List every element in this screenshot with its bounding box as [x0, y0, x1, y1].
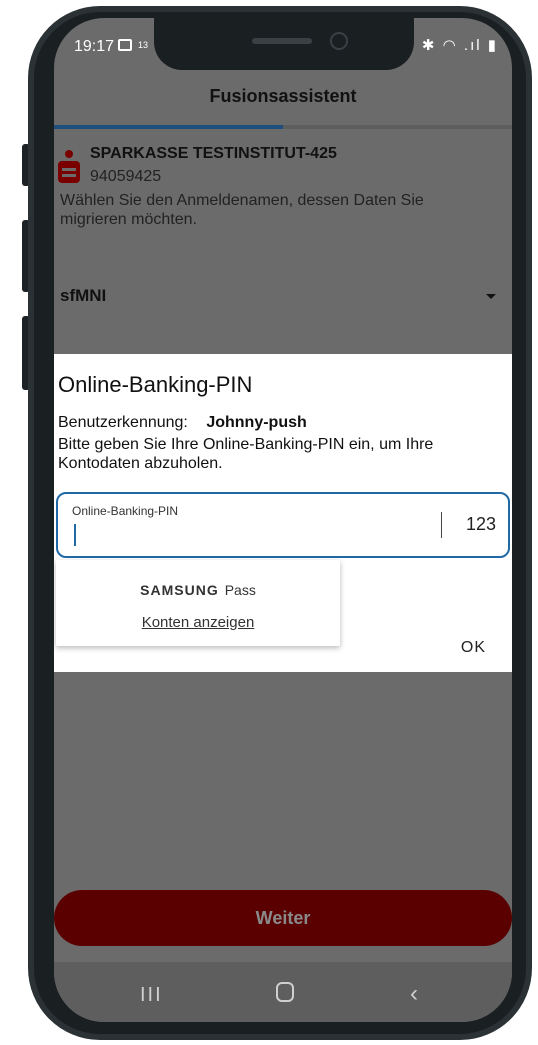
pin-dialog: Online-Banking-PIN Benutzerkennung: John…	[54, 354, 512, 672]
camera-icon	[330, 32, 348, 50]
instruction-text: Wählen Sie den Anmeldenamen, dessen Date…	[60, 192, 424, 228]
pass-brand: Pass	[224, 582, 256, 598]
home-icon[interactable]	[276, 982, 294, 1002]
keyboard-mode-hint[interactable]: 123	[466, 514, 496, 535]
page-title: Fusionsassistent	[209, 86, 357, 106]
next-button[interactable]: Weiter	[54, 890, 512, 946]
progress-fill	[54, 125, 283, 129]
gallery-icon	[118, 39, 132, 51]
navigation-bar: III ‹	[54, 962, 512, 1022]
screen: 19:17 13 ✱ ◠ .ıl ▮ Fusionsassistent SPAR…	[54, 18, 512, 1022]
samsung-brand: SAMSUNG	[140, 582, 219, 598]
status-icons: ✱ ◠ .ıl ▮	[421, 37, 498, 54]
back-icon[interactable]: ‹	[410, 980, 418, 1008]
dialog-message: Bitte geben Sie Ihre Online-Banking-PIN …	[58, 436, 434, 472]
show-accounts-link[interactable]: Konten anzeigen	[56, 614, 340, 631]
dropdown-arrow-icon	[486, 294, 496, 299]
recent-apps-icon[interactable]: III	[140, 984, 163, 1007]
login-name-select[interactable]: sfMNI	[60, 286, 496, 316]
login-name-value: sfMNI	[60, 286, 107, 305]
user-id-value: Johnny-push	[206, 414, 307, 431]
samsung-pass-popup: SAMSUNG Pass Konten anzeigen	[56, 560, 340, 646]
ok-button[interactable]: OK	[461, 639, 486, 657]
sparkasse-logo-icon	[58, 150, 80, 184]
progress-bar	[54, 125, 512, 129]
pin-input[interactable]	[82, 522, 412, 548]
pin-field[interactable]: Online-Banking-PIN 123	[56, 492, 510, 558]
status-time: 19:17	[74, 38, 115, 55]
user-id-label: Benutzerkennung:	[58, 414, 188, 431]
user-id-line: Benutzerkennung: Johnny-push	[58, 414, 307, 432]
pin-field-divider	[441, 512, 442, 538]
bank-code: 94059425	[90, 168, 162, 185]
camera-notch	[154, 18, 414, 70]
text-cursor	[74, 524, 76, 546]
status-bar: 19:17 13 ✱ ◠ .ıl ▮	[54, 18, 512, 74]
bank-name: SPARKASSE TESTINSTITUT-425	[90, 145, 337, 162]
pin-field-label: Online-Banking-PIN	[72, 504, 179, 518]
notification-count: 13	[138, 40, 149, 50]
speaker-grille	[252, 38, 312, 44]
samsung-pass-logo: SAMSUNG Pass	[56, 582, 340, 598]
dialog-title: Online-Banking-PIN	[58, 372, 253, 397]
